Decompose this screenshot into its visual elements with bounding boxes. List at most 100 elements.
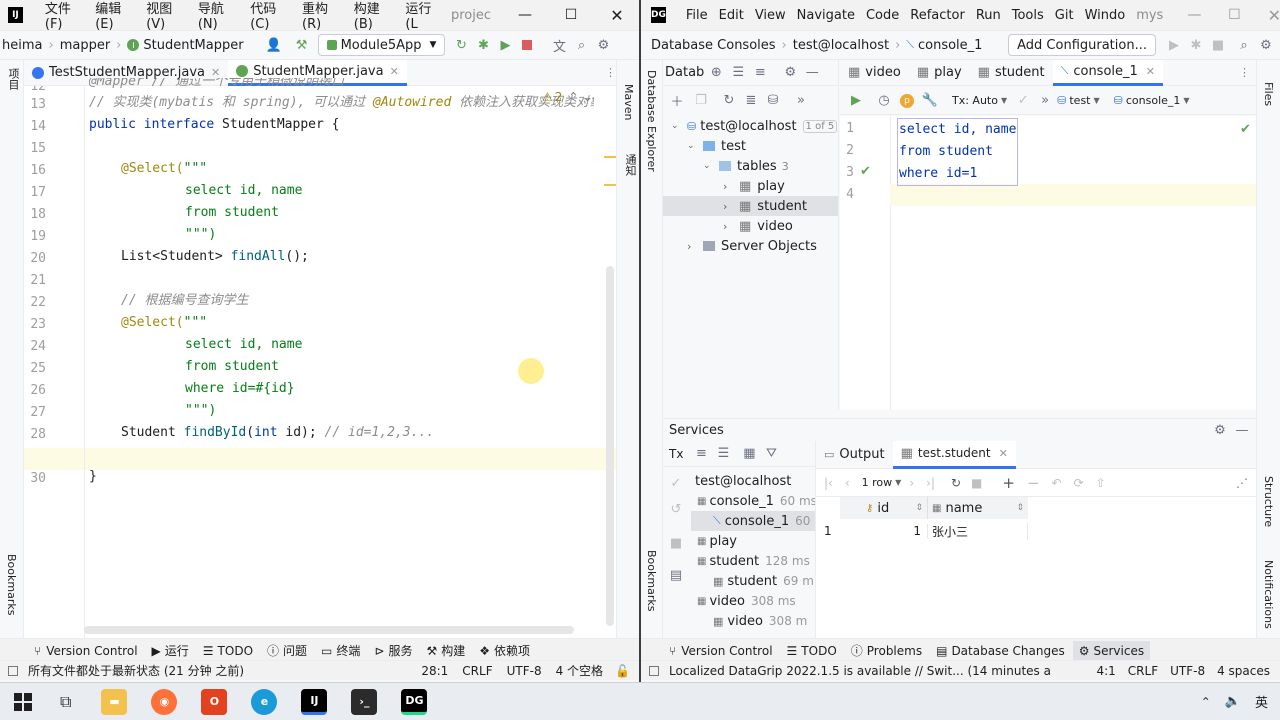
firefox-icon[interactable]: ◉	[151, 688, 178, 715]
layout-icon[interactable]: ▤	[668, 567, 684, 583]
menu-build[interactable]: 构建(B)	[354, 0, 395, 32]
status-message[interactable]: 所有文件都处于最新状态 (21 分钟 之前)	[28, 662, 244, 679]
submit-icon[interactable]: ⇧	[1096, 476, 1106, 490]
run-icon[interactable]: ▶	[1166, 37, 1182, 53]
menu-view[interactable]: View	[755, 8, 786, 23]
close-tab-icon[interactable]: ✕	[390, 65, 399, 78]
menu-refactor[interactable]: Refactor	[910, 8, 965, 23]
service-item[interactable]: ▦ student 128 ms	[691, 551, 815, 571]
notifications-tool-button[interactable]: 通知	[622, 154, 638, 176]
wrench-icon[interactable]: 🔧	[922, 93, 938, 109]
rerun-icon[interactable]: ↻	[453, 37, 469, 53]
explain-plan-icon[interactable]: p	[900, 93, 914, 108]
tool-services[interactable]: ⚙ Services	[1072, 640, 1151, 661]
history-icon[interactable]: ◷	[876, 93, 892, 109]
maximize-button[interactable]: ☐	[1214, 7, 1254, 23]
tool-services[interactable]: ⊳ 服务	[374, 642, 412, 659]
remove-row-icon[interactable]: −	[1027, 474, 1040, 492]
tree-tables[interactable]: ⌄ tables 3	[663, 156, 838, 176]
debug-icon[interactable]: ✱	[475, 37, 491, 53]
console-select[interactable]: console_1	[1126, 94, 1181, 107]
bookmarks-tool-button[interactable]: Bookmarks	[5, 554, 18, 615]
breadcrumb-host[interactable]: test@localhost	[793, 38, 889, 53]
code-editor[interactable]: 12 13 14 15 16 17 18 19 20 21 22 23 24 2…	[24, 78, 616, 638]
bookmarks-tool-button[interactable]: Bookmarks	[645, 550, 658, 611]
files-tool-button[interactable]: Files	[1262, 82, 1275, 106]
datagrip-taskbar-icon[interactable]: DG	[401, 688, 428, 715]
menu-navigate[interactable]: 导航(N)	[198, 0, 239, 32]
service-item[interactable]: ▦ student 69 m	[691, 571, 815, 591]
expand-all-icon[interactable]: ≡	[752, 65, 768, 81]
search-icon[interactable]: ⌕	[573, 37, 589, 53]
expand-all-icon[interactable]: ≡	[693, 446, 709, 462]
breadcrumb-mapper[interactable]: mapper	[60, 38, 110, 53]
file-encoding[interactable]: UTF-8	[1170, 664, 1205, 678]
menu-tools[interactable]: Tools	[1012, 8, 1044, 23]
service-item[interactable]: ▦ play	[691, 531, 815, 551]
settings-gear-icon[interactable]: ⚙	[595, 37, 611, 53]
tool-problems[interactable]: ⓘ 问题	[267, 642, 307, 659]
tree-server-objects[interactable]: › Server Objects	[663, 236, 838, 256]
menu-run[interactable]: Run	[976, 8, 1001, 23]
more-icon[interactable]: ⋰	[1236, 476, 1248, 490]
hide-icon[interactable]: —	[804, 65, 820, 81]
commit-icon[interactable]: ✓	[1015, 93, 1031, 109]
status-message[interactable]: Localized DataGrip 2022.1.5 is available…	[669, 664, 1051, 678]
minimize-button[interactable]: —	[502, 7, 548, 23]
hide-icon[interactable]: —	[1234, 422, 1250, 438]
datagrip-logo[interactable]: DG	[651, 7, 666, 23]
office-icon[interactable]: O	[201, 688, 228, 715]
menu-file[interactable]: File	[686, 8, 708, 23]
prev-page-icon[interactable]: ‹	[845, 476, 850, 490]
line-separator[interactable]: CRLF	[1128, 664, 1158, 678]
rollback-icon[interactable]: ↺	[668, 501, 684, 517]
column-header-name[interactable]: ▦ name ⇕	[928, 497, 1028, 519]
menu-navigate[interactable]: Navigate	[797, 8, 855, 23]
tab-student[interactable]: ▦ student	[970, 60, 1053, 86]
tray-chevron-up-icon[interactable]: ⌃	[1201, 695, 1211, 709]
refresh-icon[interactable]: ↻	[721, 92, 737, 108]
intellij-logo[interactable]: IJ	[8, 7, 23, 23]
stop-icon[interactable]: ■	[1210, 37, 1226, 53]
collapse-all-icon[interactable]: ☰	[715, 446, 731, 462]
more-icon[interactable]: »	[1037, 93, 1053, 109]
stop-icon[interactable]: ■	[971, 476, 982, 490]
breadcrumb-console[interactable]: console_1	[918, 38, 982, 53]
maximize-button[interactable]: ☐	[548, 7, 594, 23]
sql-editor[interactable]: 1 2 3 4 ✔ select id, name from student w…	[840, 116, 1256, 410]
input-language[interactable]: 英	[1255, 692, 1268, 711]
structure-tool-button[interactable]: Structure	[1262, 476, 1275, 527]
tool-version-control[interactable]: ⑂ Version Control	[34, 644, 138, 658]
close-button[interactable]: ✕	[594, 6, 640, 25]
breadcrumb-heima[interactable]: heima	[2, 38, 42, 53]
sort-icon[interactable]: ⇕	[1016, 503, 1024, 513]
build-hammer-icon[interactable]: ⚒	[294, 37, 310, 53]
column-header-id[interactable]: ⚷ id ⇕	[840, 497, 928, 519]
cursor-position[interactable]: 28:1	[421, 664, 448, 678]
row-count[interactable]: 1 row	[862, 476, 893, 489]
menu-refactor[interactable]: 重构(R)	[302, 0, 343, 32]
stop-icon[interactable]: ■	[668, 535, 684, 551]
tree-schema[interactable]: ⌄ test	[663, 136, 838, 156]
debug-icon[interactable]: ✱	[1188, 37, 1204, 53]
tree-table-student[interactable]: › ▦ student	[663, 196, 838, 216]
settings-gear-icon[interactable]: ⚙	[1212, 422, 1228, 438]
tab-result-student[interactable]: ▦ test.student ✕	[892, 440, 1016, 469]
service-item[interactable]: ▦ video 308 ms	[691, 591, 815, 611]
menu-edit[interactable]: 编辑(E)	[95, 0, 135, 32]
tab-play[interactable]: ▦ play	[909, 60, 970, 86]
file-encoding[interactable]: UTF-8	[507, 664, 542, 678]
tx-mode-select[interactable]: Tx: Auto	[952, 94, 998, 107]
close-button[interactable]: ✕	[1254, 6, 1280, 25]
menu-git[interactable]: Git	[1055, 8, 1074, 23]
notifications-tool-button[interactable]: Notifications	[1262, 560, 1275, 629]
tree-table-play[interactable]: › ▦ play	[663, 176, 838, 196]
terminal-taskbar-icon[interactable]: ›_	[351, 688, 378, 715]
preview-icon[interactable]: ⟳	[1074, 476, 1084, 490]
tab-output[interactable]: ▭ Output	[816, 442, 893, 468]
schema-select[interactable]: test	[1069, 94, 1090, 107]
revert-icon[interactable]: ↶	[1052, 476, 1062, 490]
start-button[interactable]	[14, 692, 32, 711]
tool-dependencies[interactable]: ❖ 依赖项	[479, 642, 530, 659]
menu-code[interactable]: Code	[866, 8, 899, 23]
